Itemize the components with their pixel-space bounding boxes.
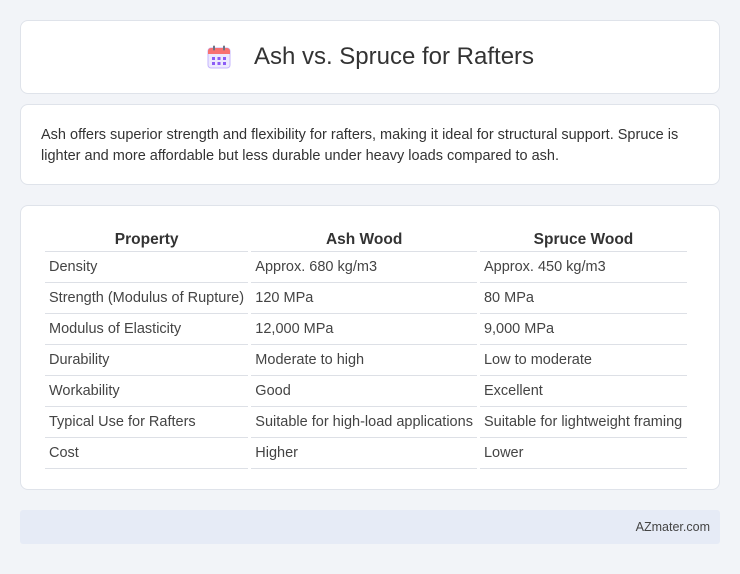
table-header-row: Property Ash Wood Spruce Wood xyxy=(45,226,687,252)
cell-property: Modulus of Elasticity xyxy=(45,314,249,345)
cell-property: Strength (Modulus of Rupture) xyxy=(45,283,249,314)
summary-text: Ash offers superior strength and flexibi… xyxy=(41,127,679,164)
header-ash-wood: Ash Wood xyxy=(251,226,477,252)
cell-spruce: Excellent xyxy=(479,376,687,407)
cell-property: Density xyxy=(45,252,249,283)
cell-spruce: 80 MPa xyxy=(479,283,687,314)
comparison-table: Property Ash Wood Spruce Wood Density Ap… xyxy=(42,226,690,469)
cell-spruce: Suitable for lightweight framing xyxy=(479,407,687,438)
cell-property: Durability xyxy=(45,345,249,376)
cell-spruce: Low to moderate xyxy=(479,345,687,376)
table-row: Density Approx. 680 kg/m3 Approx. 450 kg… xyxy=(45,252,687,283)
page-title: Ash vs. Spruce for Rafters xyxy=(253,43,535,70)
summary-card: Ash offers superior strength and flexibi… xyxy=(20,104,720,185)
comparison-table-card: Property Ash Wood Spruce Wood Density Ap… xyxy=(20,205,720,490)
cell-ash: Moderate to high xyxy=(251,345,477,376)
cell-property: Workability xyxy=(45,376,249,407)
cell-property: Cost xyxy=(45,438,249,469)
table-row: Strength (Modulus of Rupture) 120 MPa 80… xyxy=(45,283,687,314)
table-row: Workability Good Excellent xyxy=(45,376,687,407)
title-card: Ash vs. Spruce for Rafters xyxy=(20,20,720,94)
table-row: Cost Higher Lower xyxy=(45,438,687,469)
header-spruce-wood: Spruce Wood xyxy=(479,226,687,252)
cell-ash: 120 MPa xyxy=(251,283,477,314)
cell-spruce: Lower xyxy=(479,438,687,469)
cell-property: Typical Use for Rafters xyxy=(45,407,249,438)
table-row: Modulus of Elasticity 12,000 MPa 9,000 M… xyxy=(45,314,687,345)
cell-ash: Good xyxy=(251,376,477,407)
footer-brand: AZmater.com xyxy=(635,520,710,534)
cell-ash: Approx. 680 kg/m3 xyxy=(251,252,477,283)
footer-bar: AZmater.com xyxy=(20,510,720,544)
cell-spruce: Approx. 450 kg/m3 xyxy=(479,252,687,283)
cell-ash: Higher xyxy=(251,438,477,469)
table-row: Typical Use for Rafters Suitable for hig… xyxy=(45,407,687,438)
cell-ash: Suitable for high-load applications xyxy=(251,407,477,438)
header-property: Property xyxy=(45,226,249,252)
calendar-icon xyxy=(206,44,232,70)
cell-spruce: 9,000 MPa xyxy=(479,314,687,345)
table-row: Durability Moderate to high Low to moder… xyxy=(45,345,687,376)
cell-ash: 12,000 MPa xyxy=(251,314,477,345)
